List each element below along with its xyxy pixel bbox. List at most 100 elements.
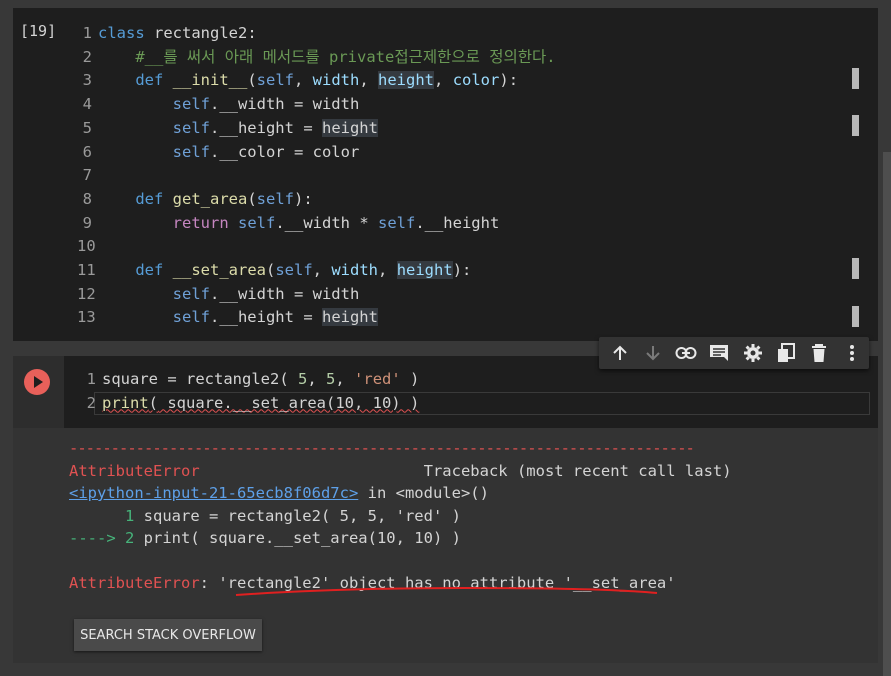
- code-token: return: [172, 213, 229, 232]
- line-number: 11: [77, 261, 96, 280]
- traceback-separator: ----------------------------------------…: [69, 439, 695, 457]
- code-token: .__height: [415, 213, 500, 232]
- code-token: .__height: [209, 118, 294, 137]
- overview-ruler-mark: [852, 258, 859, 279]
- line-number: 7: [82, 166, 92, 185]
- code-token: self: [172, 142, 210, 161]
- code-token: self: [377, 213, 416, 232]
- line-number: 1: [86, 370, 96, 388]
- mirror-cell-icon[interactable]: [769, 338, 802, 368]
- cell-toolbar: [599, 337, 869, 369]
- code-token: width: [312, 284, 360, 303]
- traceback-output: ----------------------------------------…: [69, 437, 732, 595]
- ipython-input-link[interactable]: <ipython-input-21-65ecb8f06d7c>: [69, 484, 358, 502]
- line-number: 1: [82, 24, 92, 42]
- code-token: .__color: [209, 142, 285, 161]
- traceback-text: in <module>(): [358, 484, 489, 502]
- code-token: height: [321, 308, 378, 327]
- move-down-icon[interactable]: [636, 338, 669, 368]
- traceback-label: Traceback (most recent call last): [423, 461, 732, 480]
- code-token: (: [247, 189, 257, 208]
- delete-icon[interactable]: [803, 338, 836, 368]
- hand-drawn-underline: [235, 586, 658, 596]
- code-token: self: [172, 118, 210, 137]
- page-scrollbar[interactable]: [883, 152, 891, 676]
- code-token: __init__: [172, 71, 248, 90]
- code-token: 5: [326, 370, 336, 388]
- code-token: square: [102, 370, 158, 388]
- code-token: 'red': [354, 370, 401, 388]
- search-stack-overflow-button[interactable]: SEARCH STACK OVERFLOW: [74, 619, 262, 651]
- run-cell-button[interactable]: [24, 369, 50, 395]
- cell-output: ----------------------------------------…: [13, 428, 878, 663]
- code-token: height: [321, 118, 378, 137]
- code-token: ,: [434, 71, 453, 90]
- overview-ruler-mark: [852, 115, 859, 136]
- line-number: 12: [77, 284, 96, 303]
- line-number: 2: [86, 393, 96, 412]
- line-number: 8: [82, 189, 92, 208]
- code-token: self: [172, 308, 210, 327]
- line-number: 3: [82, 71, 92, 90]
- code-token: color: [312, 142, 360, 161]
- code-token: .__width: [209, 95, 285, 114]
- code-token: =: [293, 118, 322, 137]
- comment-icon[interactable]: [703, 338, 736, 368]
- code-token: rectangle2: [154, 24, 248, 42]
- code-token: class: [98, 24, 145, 42]
- code-token: =: [284, 95, 313, 114]
- code-token: :: [247, 24, 257, 42]
- code-editor[interactable]: 1 square = rectangle2( 5, 5, 'red' ) 2 pri…: [81, 368, 420, 415]
- line-number: 4: [82, 95, 92, 114]
- code-token: =: [284, 142, 313, 161]
- error-squiggle: print( square.__set_area(10, 10) ): [102, 393, 420, 412]
- line-number: 6: [82, 142, 92, 161]
- line-number: 10: [77, 237, 96, 256]
- line-number: 2: [82, 47, 92, 66]
- code-editor[interactable]: 1 class rectangle2: 2 #__를 써서 아래 메서드를 pri…: [77, 22, 556, 330]
- line-number: 13: [77, 308, 96, 327]
- code-token: .__width: [275, 213, 350, 232]
- code-token: ,: [378, 261, 397, 280]
- code-token: self: [256, 71, 294, 90]
- line-number: 5: [82, 118, 92, 137]
- code-token: ,: [359, 71, 379, 90]
- code-token: width: [312, 95, 360, 114]
- more-icon[interactable]: [836, 338, 869, 368]
- code-token: ):: [499, 71, 519, 90]
- code-token: self: [172, 95, 210, 114]
- final-error-name: AttributeError: [69, 574, 200, 592]
- code-token: =: [284, 284, 313, 303]
- code-token: ):: [294, 189, 313, 208]
- code-token: get_area: [172, 189, 248, 208]
- code-comment: #__를 써서 아래 메서드를 private접근제한으로 정의한다.: [135, 47, 556, 66]
- code-token: .__height: [209, 308, 294, 327]
- code-token: color: [452, 71, 500, 90]
- code-token: =: [158, 370, 186, 388]
- link-icon[interactable]: [670, 338, 703, 368]
- code-token: =: [293, 308, 322, 327]
- code-token: def: [135, 189, 164, 208]
- traceback-code: square = rectangle2( 5, 5, 'red' ): [134, 506, 461, 525]
- code-token: ):: [452, 261, 472, 280]
- code-token: self: [238, 213, 276, 232]
- line-number: 9: [82, 213, 92, 232]
- traceback-line-number: 1: [69, 506, 135, 525]
- code-token: self: [256, 189, 294, 208]
- code-token: (: [266, 261, 276, 280]
- code-token: (: [247, 71, 257, 90]
- code-token: self: [172, 284, 210, 303]
- overview-ruler-mark: [852, 306, 859, 327]
- code-token: rectangle2: [186, 370, 280, 388]
- code-token: print: [102, 393, 149, 412]
- code-token: ,: [294, 71, 313, 90]
- settings-icon[interactable]: [736, 338, 769, 368]
- code-token: height: [378, 71, 435, 90]
- code-cell-class-def[interactable]: [19] 1 class rectangle2: 2 #__를 써서 아래 메서드…: [13, 8, 878, 341]
- move-up-icon[interactable]: [603, 338, 636, 368]
- traceback-code: print( square.__set_area(10, 10) ): [134, 529, 461, 547]
- code-token: square.__set_area(10, 10): [158, 393, 410, 412]
- code-token: .__width: [209, 284, 285, 303]
- code-token: height: [396, 261, 453, 280]
- code-token: __set_area: [172, 261, 266, 280]
